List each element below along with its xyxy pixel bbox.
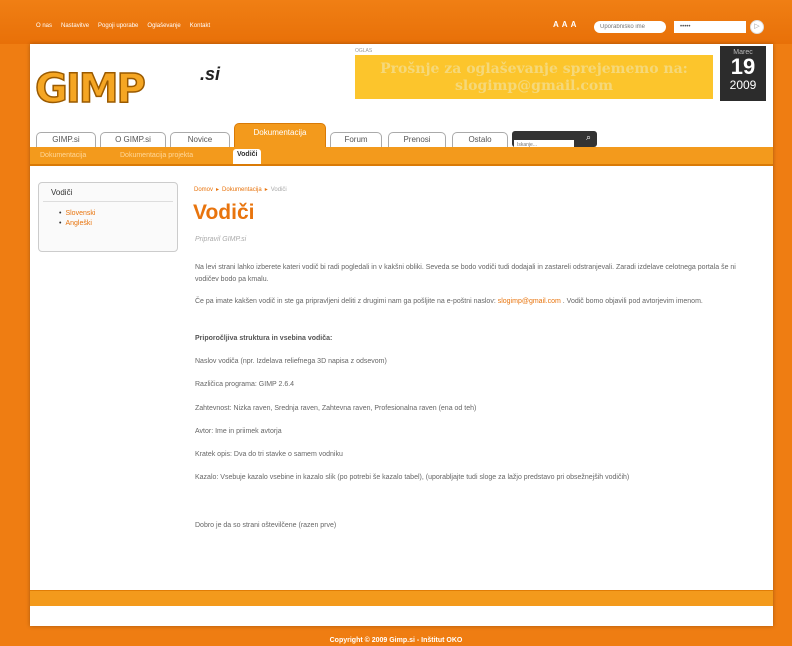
content-paragraph-index: Kazalo: Vsebuje kazalo vsebine in kazalo…	[195, 474, 630, 481]
breadcrumb-current: Vodiči	[270, 187, 287, 193]
sidebar-item-angleski[interactable]: Angleški	[59, 220, 177, 227]
subnav-vodici[interactable]: Vodiči	[233, 149, 262, 164]
date-day: 19	[730, 54, 756, 79]
structure-heading-text: Priporočljiva struktura in vsebina vodič…	[195, 335, 333, 342]
top-bar: O nas Nastavitve Pogoji uporabe Oglaševa…	[0, 0, 792, 44]
login-submit-button[interactable]: ▷	[750, 20, 764, 34]
submit-text-pre: Če pa imate kakšen vodič in ste ga pripr…	[195, 298, 498, 305]
font-size-controls: A A A	[553, 20, 576, 29]
ad-text-line1: Prošnje za oglaševanje sprejememo na:	[380, 61, 688, 77]
search-box: ⌕	[512, 131, 597, 151]
search-icon[interactable]: ⌕	[586, 132, 591, 143]
tab-prenosi[interactable]: Prenosi	[388, 132, 446, 147]
site-logo-suffix: .si	[200, 64, 221, 84]
page-title: Vodiči	[193, 201, 255, 224]
copyright-text: Copyright © 2009 Gimp.si - Inštitut OKO	[329, 637, 463, 644]
password-field[interactable]	[674, 21, 746, 33]
sub-nav: Dokumentacija Dokumentacija projekta Vod…	[30, 147, 773, 166]
sidebar-item-slovenski[interactable]: Slovenski	[59, 210, 177, 217]
author-line: Pripravil GIMP.si	[195, 236, 247, 243]
tab-dokumentacija[interactable]: Dokumentacija	[234, 123, 326, 147]
topnav-about[interactable]: O nas	[36, 23, 52, 29]
topnav-terms[interactable]: Pogoji uporabe	[98, 23, 138, 29]
sidebar: Vodiči Slovenski Angleški	[38, 182, 178, 252]
date-year: 2009	[729, 78, 757, 92]
tab-gimp-si[interactable]: GIMP.si	[36, 132, 96, 147]
font-size-medium-icon[interactable]: A	[562, 20, 568, 29]
breadcrumb-separator-icon: ▸	[216, 187, 220, 193]
email-link[interactable]: slogimp@gmail.com	[498, 298, 561, 305]
content-structure-heading: Priporočljiva struktura in vsebina vodič…	[195, 333, 755, 345]
submit-text-post: . Vodič bomo objavili pod avtorjevim ime…	[560, 298, 703, 305]
topnav-contact[interactable]: Kontakt	[190, 23, 210, 29]
ad-banner[interactable]: Prošnje za oglaševanje sprejememo na: sl…	[355, 55, 713, 99]
site-logo[interactable]: GIMP	[34, 65, 146, 113]
font-size-large-icon[interactable]: A	[571, 20, 577, 29]
ad-label: OGLAS	[355, 48, 373, 54]
ad-text-line2: slogimp@gmail.com	[454, 78, 614, 94]
username-field[interactable]	[594, 21, 666, 33]
content-paragraph-title-example: Naslov vodiča (npr. Izdelava reliefnega …	[195, 358, 387, 365]
tab-ostalo[interactable]: Ostalo	[452, 132, 508, 147]
content-paragraph-version: Različica programa: GIMP 2.6.4	[195, 381, 295, 388]
breadcrumb-home[interactable]: Domov	[194, 187, 213, 193]
topnav-settings[interactable]: Nastavitve	[61, 23, 89, 29]
tab-forum[interactable]: Forum	[330, 132, 382, 147]
content-paragraph-difficulty: Zahtevnost: Nizka raven, Srednja raven, …	[195, 405, 477, 412]
tab-novice[interactable]: Novice	[170, 132, 230, 147]
subnav-dokumentacija[interactable]: Dokumentacija	[40, 152, 86, 159]
content-paragraph-description: Kratek opis: Dva do tri stavke o samem v…	[195, 451, 343, 458]
top-nav: O nas Nastavitve Pogoji uporabe Oglaševa…	[36, 23, 210, 29]
sidebar-list: Slovenski Angleški	[39, 202, 177, 227]
date-badge: Marec 19 2009	[720, 46, 766, 101]
sidebar-title: Vodiči	[43, 183, 173, 202]
content-paragraph-author: Avtor: Ime in priimek avtorja	[195, 428, 282, 435]
content-paragraph-numbering: Dobro je da so strani oštevilčene (razen…	[195, 522, 337, 529]
breadcrumb: Domov ▸ Dokumentacija ▸ Vodiči	[194, 186, 287, 193]
footer-bar	[30, 590, 773, 606]
subnav-dokumentacija-projekta[interactable]: Dokumentacija projekta	[120, 152, 193, 159]
content-paragraph-intro: Na levi strani lahko izberete kateri vod…	[195, 264, 736, 283]
breadcrumb-separator-icon: ▸	[264, 187, 268, 193]
tab-o-gimp-si[interactable]: O GIMP.si	[100, 132, 166, 147]
topnav-advertising[interactable]: Oglaševanje	[147, 23, 180, 29]
font-size-small-icon[interactable]: A	[553, 20, 559, 29]
breadcrumb-dokumentacija[interactable]: Dokumentacija	[222, 187, 262, 193]
content-paragraph-submit: Če pa imate kakšen vodič in ste ga pripr…	[195, 296, 755, 308]
